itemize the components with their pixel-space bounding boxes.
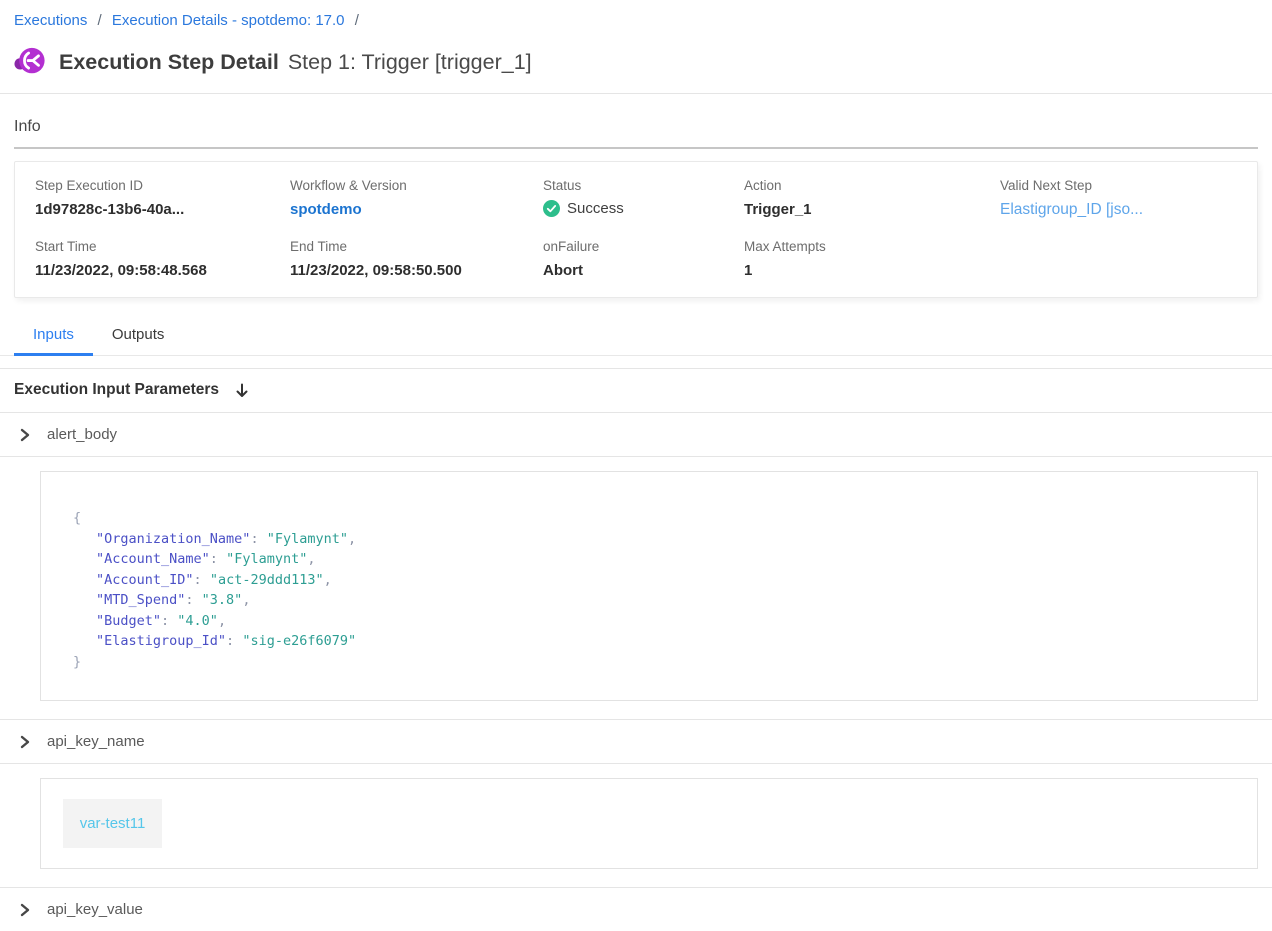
info-section-underline <box>14 147 1258 149</box>
api-key-name-chip: var-test11 <box>63 799 162 848</box>
status-badge: Success <box>543 200 744 217</box>
json-colon: : <box>161 613 177 629</box>
field-value: 11/23/2022, 09:58:48.568 <box>35 262 290 279</box>
field-label: Valid Next Step <box>1000 178 1247 193</box>
field-label: Action <box>744 178 1000 193</box>
field-valid-next-step: Valid Next Step Elastigroup_ID [jso... <box>1000 178 1247 219</box>
section-row-api-key-value[interactable]: api_key_value <box>14 888 1258 931</box>
api-key-name-value-box: var-test11 <box>40 778 1258 869</box>
section-label-api-key-value: api_key_value <box>47 901 143 918</box>
chevron-right-icon <box>19 735 31 749</box>
json-comma: , <box>324 572 332 588</box>
json-value: "3.8" <box>202 592 243 608</box>
tab-inputs[interactable]: Inputs <box>14 320 93 355</box>
json-comma: , <box>307 551 315 567</box>
field-label: onFailure <box>543 239 744 254</box>
page-title: Execution Step Detail <box>59 50 279 75</box>
section-divider <box>0 456 1272 457</box>
execution-step-detail-page: Executions / Execution Details - spotdem… <box>0 0 1272 931</box>
field-step-execution-id: Step Execution ID 1d97828c-13b6-40a... <box>35 178 290 219</box>
breadcrumb-separator: / <box>98 12 102 29</box>
execution-input-parameters-title: Execution Input Parameters <box>14 381 219 399</box>
section-label-api-key-name: api_key_name <box>47 733 145 750</box>
json-open-brace: { <box>73 510 81 526</box>
field-empty <box>1000 239 1247 279</box>
json-entry: "Budget": "4.0", <box>73 611 1237 632</box>
tab-outputs[interactable]: Outputs <box>93 320 184 355</box>
field-value: 1d97828c-13b6-40a... <box>35 201 290 218</box>
json-entry: "Account_Name": "Fylamynt", <box>73 549 1237 570</box>
page-subtitle: Step 1: Trigger [trigger_1] <box>288 50 532 75</box>
json-comma: , <box>218 613 226 629</box>
page-header: Execution Step Detail Step 1: Trigger [t… <box>14 46 1258 78</box>
json-entry: "Organization_Name": "Fylamynt", <box>73 529 1237 550</box>
info-card: Step Execution ID 1d97828c-13b6-40a... W… <box>14 161 1258 298</box>
field-value: 1 <box>744 262 1000 279</box>
json-key: "Account_ID" <box>96 572 194 588</box>
breadcrumb-separator: / <box>355 12 359 29</box>
field-label: End Time <box>290 239 543 254</box>
field-max-attempts: Max Attempts 1 <box>744 239 1000 279</box>
json-value: "4.0" <box>177 613 218 629</box>
field-end-time: End Time 11/23/2022, 09:58:50.500 <box>290 239 543 279</box>
field-workflow-version: Workflow & Version spotdemo <box>290 178 543 219</box>
header-divider <box>0 93 1272 94</box>
json-key: "Budget" <box>96 613 161 629</box>
field-value: Trigger_1 <box>744 201 1000 218</box>
json-key: "Account_Name" <box>96 551 210 567</box>
alert-body-json-viewer: { "Organization_Name": "Fylamynt", "Acco… <box>40 471 1258 701</box>
field-label: Max Attempts <box>744 239 1000 254</box>
field-label: Start Time <box>35 239 290 254</box>
chevron-right-icon <box>19 903 31 917</box>
execution-input-parameters-header: Execution Input Parameters <box>14 369 1258 412</box>
arrow-down-icon[interactable] <box>234 382 250 399</box>
json-key: "Organization_Name" <box>96 531 250 547</box>
json-value: "Fylamynt" <box>267 531 348 547</box>
json-colon: : <box>250 531 266 547</box>
json-value: "Fylamynt" <box>226 551 307 567</box>
breadcrumb-link-execution-details[interactable]: Execution Details - spotdemo: 17.0 <box>112 12 345 29</box>
section-row-api-key-name[interactable]: api_key_name <box>14 720 1258 763</box>
json-colon: : <box>210 551 226 567</box>
chevron-right-icon <box>19 428 31 442</box>
workflow-link[interactable]: spotdemo <box>290 201 543 218</box>
section-label-alert-body: alert_body <box>47 426 117 443</box>
json-close-brace: } <box>73 654 81 670</box>
json-colon: : <box>226 633 242 649</box>
field-value: 11/23/2022, 09:58:50.500 <box>290 262 543 279</box>
field-label: Status <box>543 178 744 193</box>
fylamynt-logo-icon <box>14 46 46 78</box>
breadcrumb: Executions / Execution Details - spotdem… <box>14 0 1258 29</box>
json-entry: "Elastigroup_Id": "sig-e26f6079" <box>73 631 1237 652</box>
info-section-title: Info <box>14 118 1258 136</box>
json-colon: : <box>194 572 210 588</box>
json-comma: , <box>242 592 250 608</box>
json-value: "act-29ddd113" <box>210 572 324 588</box>
tab-bar: Inputs Outputs <box>0 320 1272 356</box>
json-colon: : <box>185 592 201 608</box>
field-status: Status Success <box>543 178 744 219</box>
section-divider <box>0 763 1272 764</box>
json-value: "sig-e26f6079" <box>242 633 356 649</box>
json-entry: "MTD_Spend": "3.8", <box>73 590 1237 611</box>
breadcrumb-link-executions[interactable]: Executions <box>14 12 87 29</box>
json-entry: "Account_ID": "act-29ddd113", <box>73 570 1237 591</box>
json-key: "MTD_Spend" <box>96 592 185 608</box>
success-check-icon <box>543 200 560 217</box>
json-comma: , <box>348 531 356 547</box>
section-row-alert-body[interactable]: alert_body <box>14 413 1258 456</box>
field-label: Step Execution ID <box>35 178 290 193</box>
valid-next-step-link[interactable]: Elastigroup_ID [jso... <box>1000 201 1247 219</box>
field-label: Workflow & Version <box>290 178 543 193</box>
field-action: Action Trigger_1 <box>744 178 1000 219</box>
json-key: "Elastigroup_Id" <box>96 633 226 649</box>
field-onfailure: onFailure Abort <box>543 239 744 279</box>
field-start-time: Start Time 11/23/2022, 09:58:48.568 <box>35 239 290 279</box>
field-value: Abort <box>543 262 744 279</box>
status-text: Success <box>567 200 624 217</box>
